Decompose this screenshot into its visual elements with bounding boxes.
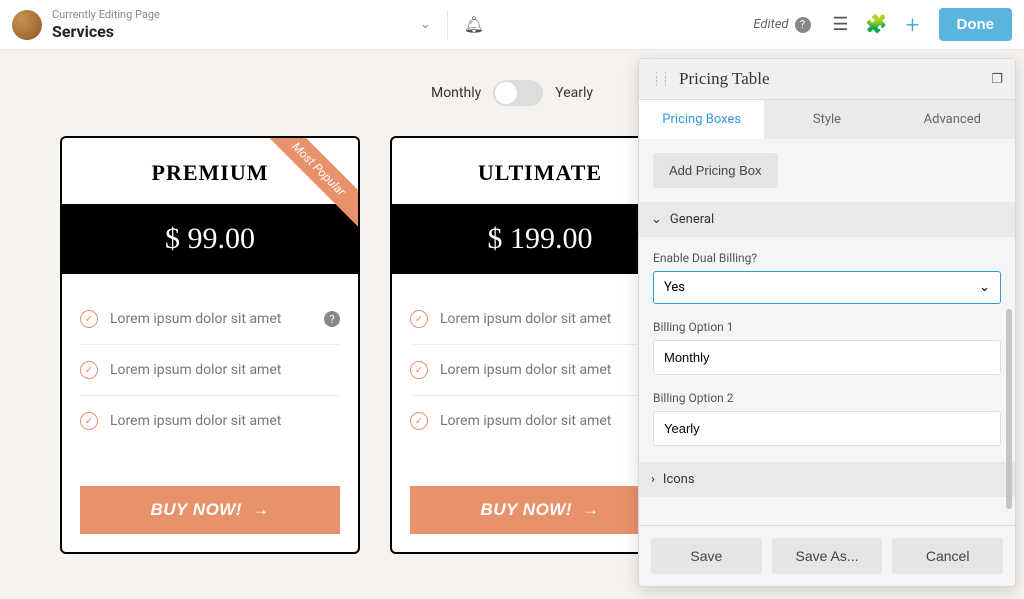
add-pricing-box-button[interactable]: Add Pricing Box — [653, 153, 778, 188]
check-icon: ✓ — [410, 412, 428, 430]
billing-option-2-input[interactable] — [653, 411, 1001, 446]
outline-icon[interactable]: ☰ — [829, 13, 853, 37]
check-icon: ✓ — [80, 412, 98, 430]
toggle-left-label: Monthly — [431, 85, 481, 101]
bell-icon[interactable]: 🔔︎ — [464, 15, 484, 34]
divider — [447, 10, 448, 40]
window-icon[interactable]: ❐ — [991, 72, 1003, 87]
toggle-right-label: Yearly — [555, 85, 593, 101]
cancel-button[interactable]: Cancel — [892, 538, 1003, 574]
field-label: Billing Option 2 — [653, 391, 1001, 405]
grip-icon[interactable]: ⋮⋮⋮⋮ — [651, 74, 669, 85]
section-general[interactable]: ⌄General — [639, 202, 1015, 237]
tab-advanced[interactable]: Advanced — [890, 100, 1015, 139]
buy-button[interactable]: BUY NOW!→ — [410, 486, 670, 534]
feature-row: ✓Lorem ipsum dolor sit amet — [410, 396, 670, 446]
check-icon: ✓ — [80, 361, 98, 379]
field-label: Enable Dual Billing? — [653, 251, 1001, 265]
feature-row: ✓Lorem ipsum dolor sit amet — [80, 345, 340, 396]
plus-icon[interactable]: + — [901, 13, 925, 37]
feature-row: ✓Lorem ipsum dolor sit amet? — [80, 294, 340, 345]
chevron-down-icon: ⌄ — [979, 280, 990, 295]
edited-label: Edited — [753, 17, 788, 32]
tab-style[interactable]: Style — [764, 100, 889, 139]
topbar: Currently Editing Page Services ⌄ 🔔︎ Edi… — [0, 0, 1024, 50]
arrow-right-icon: → — [582, 500, 600, 520]
pricing-card-premium[interactable]: Most Popular PREMIUM $ 99.00 ✓Lorem ipsu… — [60, 136, 360, 554]
billing-option-1-input[interactable] — [653, 340, 1001, 375]
section-icons[interactable]: ›Icons — [639, 462, 1015, 497]
panel-tabs: Pricing Boxes Style Advanced — [639, 100, 1015, 139]
buy-button[interactable]: BUY NOW!→ — [80, 486, 340, 534]
panel-title: Pricing Table — [679, 69, 991, 89]
help-icon[interactable]: ? — [795, 17, 811, 33]
panel-footer: Save Save As... Cancel — [639, 525, 1015, 586]
feature-row: ✓Lorem ipsum dolor sit amet — [80, 396, 340, 446]
save-button[interactable]: Save — [651, 538, 762, 574]
panel-header[interactable]: ⋮⋮⋮⋮ Pricing Table ❐ — [639, 59, 1015, 100]
chevron-down-icon[interactable]: ⌄ — [420, 17, 431, 32]
logo-icon[interactable] — [12, 10, 42, 40]
page-title: Services — [52, 22, 160, 41]
card-price: $ 99.00 — [62, 204, 358, 274]
save-as-button[interactable]: Save As... — [772, 538, 883, 574]
check-icon: ✓ — [410, 361, 428, 379]
tab-pricing-boxes[interactable]: Pricing Boxes — [639, 100, 764, 139]
page-subtitle: Currently Editing Page — [52, 8, 160, 21]
scrollbar[interactable] — [1006, 309, 1012, 509]
chevron-right-icon: › — [651, 472, 655, 487]
check-icon: ✓ — [410, 310, 428, 328]
chevron-down-icon: ⌄ — [651, 212, 662, 227]
field-label: Billing Option 1 — [653, 320, 1001, 334]
check-icon: ✓ — [80, 310, 98, 328]
help-icon[interactable]: ? — [324, 311, 340, 327]
billing-toggle[interactable] — [493, 80, 543, 106]
dual-billing-select[interactable]: Yes⌄ — [653, 271, 1001, 304]
page-meta[interactable]: Currently Editing Page Services — [52, 8, 160, 40]
settings-panel: ⋮⋮⋮⋮ Pricing Table ❐ Pricing Boxes Style… — [638, 58, 1016, 587]
done-button[interactable]: Done — [939, 8, 1013, 41]
arrow-right-icon: → — [252, 500, 270, 520]
tools-icon[interactable]: 🧩 — [865, 13, 889, 37]
feature-row: ✓Lorem ipsum dolor sit amet — [410, 345, 670, 396]
panel-body: Add Pricing Box ⌄General Enable Dual Bil… — [639, 139, 1015, 525]
feature-row: ✓Lorem ipsum dolor sit amet? — [410, 294, 670, 345]
